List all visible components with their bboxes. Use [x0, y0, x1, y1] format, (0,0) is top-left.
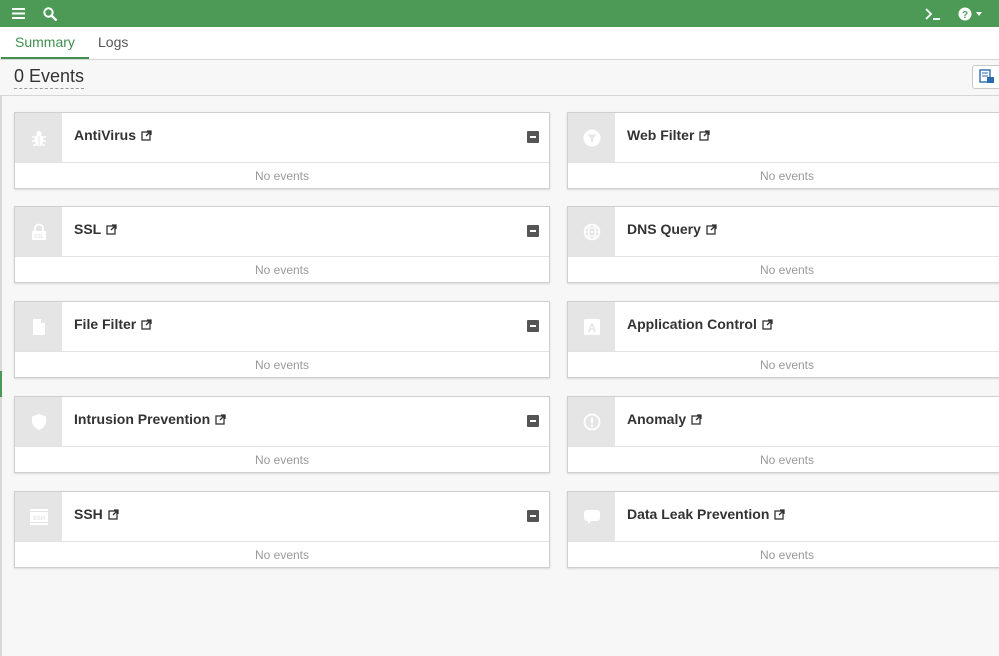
card-title-link[interactable]: SSL — [74, 221, 117, 237]
export-button[interactable] — [972, 65, 999, 89]
card-title-link[interactable]: Anomaly — [627, 411, 702, 427]
card-data-leak-prevention: Data Leak Prevention No events — [567, 491, 999, 568]
card-ssh: SSH SSH No events — [14, 491, 550, 568]
collapse-button[interactable] — [527, 131, 539, 143]
speech-bubble-icon — [568, 492, 615, 541]
help-icon[interactable]: ? — [955, 0, 987, 27]
summary-toolbar: 0 Events — [0, 60, 999, 96]
external-link-icon — [706, 224, 717, 235]
collapse-button[interactable] — [527, 225, 539, 237]
card-body: No events — [759, 358, 815, 372]
events-count[interactable]: 0 Events — [14, 65, 85, 89]
card-title-link[interactable]: SSH — [74, 506, 119, 522]
collapse-button[interactable] — [527, 510, 539, 522]
svg-text:SSL: SSL — [34, 234, 44, 240]
card-title-link[interactable]: File Filter — [74, 316, 152, 332]
card-ssl: SSL SSL No events — [14, 206, 550, 283]
card-dns-query: DNS Query No events — [567, 206, 999, 283]
card-intrusion-prevention: Intrusion Prevention No events — [14, 396, 550, 473]
card-body: No events — [759, 453, 815, 467]
card-body: No events — [254, 169, 310, 183]
bug-icon — [15, 113, 62, 162]
card-web-filter: Web Filter No events — [567, 112, 999, 189]
external-link-icon — [141, 130, 152, 141]
card-title: Intrusion Prevention — [74, 411, 211, 427]
exclamation-circle-icon — [568, 397, 615, 446]
card-anomaly: Anomaly No events — [567, 396, 999, 473]
ssl-lock-icon: SSL — [15, 207, 62, 256]
external-link-icon — [108, 509, 119, 520]
file-icon — [15, 302, 62, 351]
card-title-link[interactable]: Web Filter — [627, 127, 711, 143]
top-bar: ? — [0, 0, 999, 27]
card-body: No events — [254, 453, 310, 467]
external-link-icon — [141, 319, 152, 330]
card-body: No events — [254, 263, 310, 277]
collapse-button[interactable] — [527, 320, 539, 332]
card-body: No events — [254, 358, 310, 372]
card-title: AntiVirus — [74, 127, 136, 143]
globe-icon — [568, 207, 615, 256]
left-edge — [0, 27, 2, 656]
search-icon[interactable] — [40, 0, 60, 27]
card-body: No events — [759, 169, 815, 183]
svg-text:SSH: SSH — [32, 516, 44, 522]
card-title: Application Control — [627, 316, 757, 332]
card-title: DNS Query — [627, 221, 701, 237]
card-title-link[interactable]: Data Leak Prevention — [627, 506, 786, 522]
filter-icon — [568, 113, 615, 162]
card-body: No events — [759, 263, 815, 277]
external-link-icon — [774, 509, 786, 520]
external-link-icon — [762, 319, 773, 330]
external-link-icon — [691, 414, 702, 425]
tab-summary[interactable]: Summary — [1, 27, 89, 59]
card-file-filter: File Filter No events — [14, 301, 550, 378]
card-title: Anomaly — [627, 411, 687, 427]
external-link-icon — [106, 224, 117, 235]
card-title-link[interactable]: AntiVirus — [74, 127, 152, 143]
shield-icon — [15, 397, 62, 446]
card-title: Web Filter — [627, 127, 695, 143]
card-body: No events — [254, 548, 310, 562]
card-title: File Filter — [74, 316, 137, 332]
card-antivirus: AntiVirus No events — [14, 112, 550, 189]
tab-logs[interactable]: Logs — [98, 27, 128, 58]
svg-text:A: A — [587, 321, 596, 335]
card-title: Data Leak Prevention — [627, 506, 770, 522]
card-title-link[interactable]: Application Control — [627, 316, 773, 332]
terminal-icon[interactable] — [922, 0, 944, 27]
export-icon — [979, 69, 994, 83]
ssh-icon: SSH — [15, 492, 62, 541]
hamburger-menu-icon[interactable] — [8, 0, 28, 27]
collapse-button[interactable] — [527, 415, 539, 427]
external-link-icon — [215, 414, 226, 425]
card-title-link[interactable]: DNS Query — [627, 221, 717, 237]
left-edge-accent — [0, 371, 2, 397]
application-icon: A — [568, 302, 615, 351]
svg-text:?: ? — [962, 10, 968, 21]
external-link-icon — [699, 130, 711, 141]
tab-bar: Summary Logs — [0, 27, 999, 60]
card-title-link[interactable]: Intrusion Prevention — [74, 411, 226, 427]
card-title: SSL — [74, 221, 102, 237]
card-application-control: A Application Control No events — [567, 301, 999, 378]
card-title: SSH — [74, 506, 103, 522]
card-body: No events — [759, 548, 815, 562]
